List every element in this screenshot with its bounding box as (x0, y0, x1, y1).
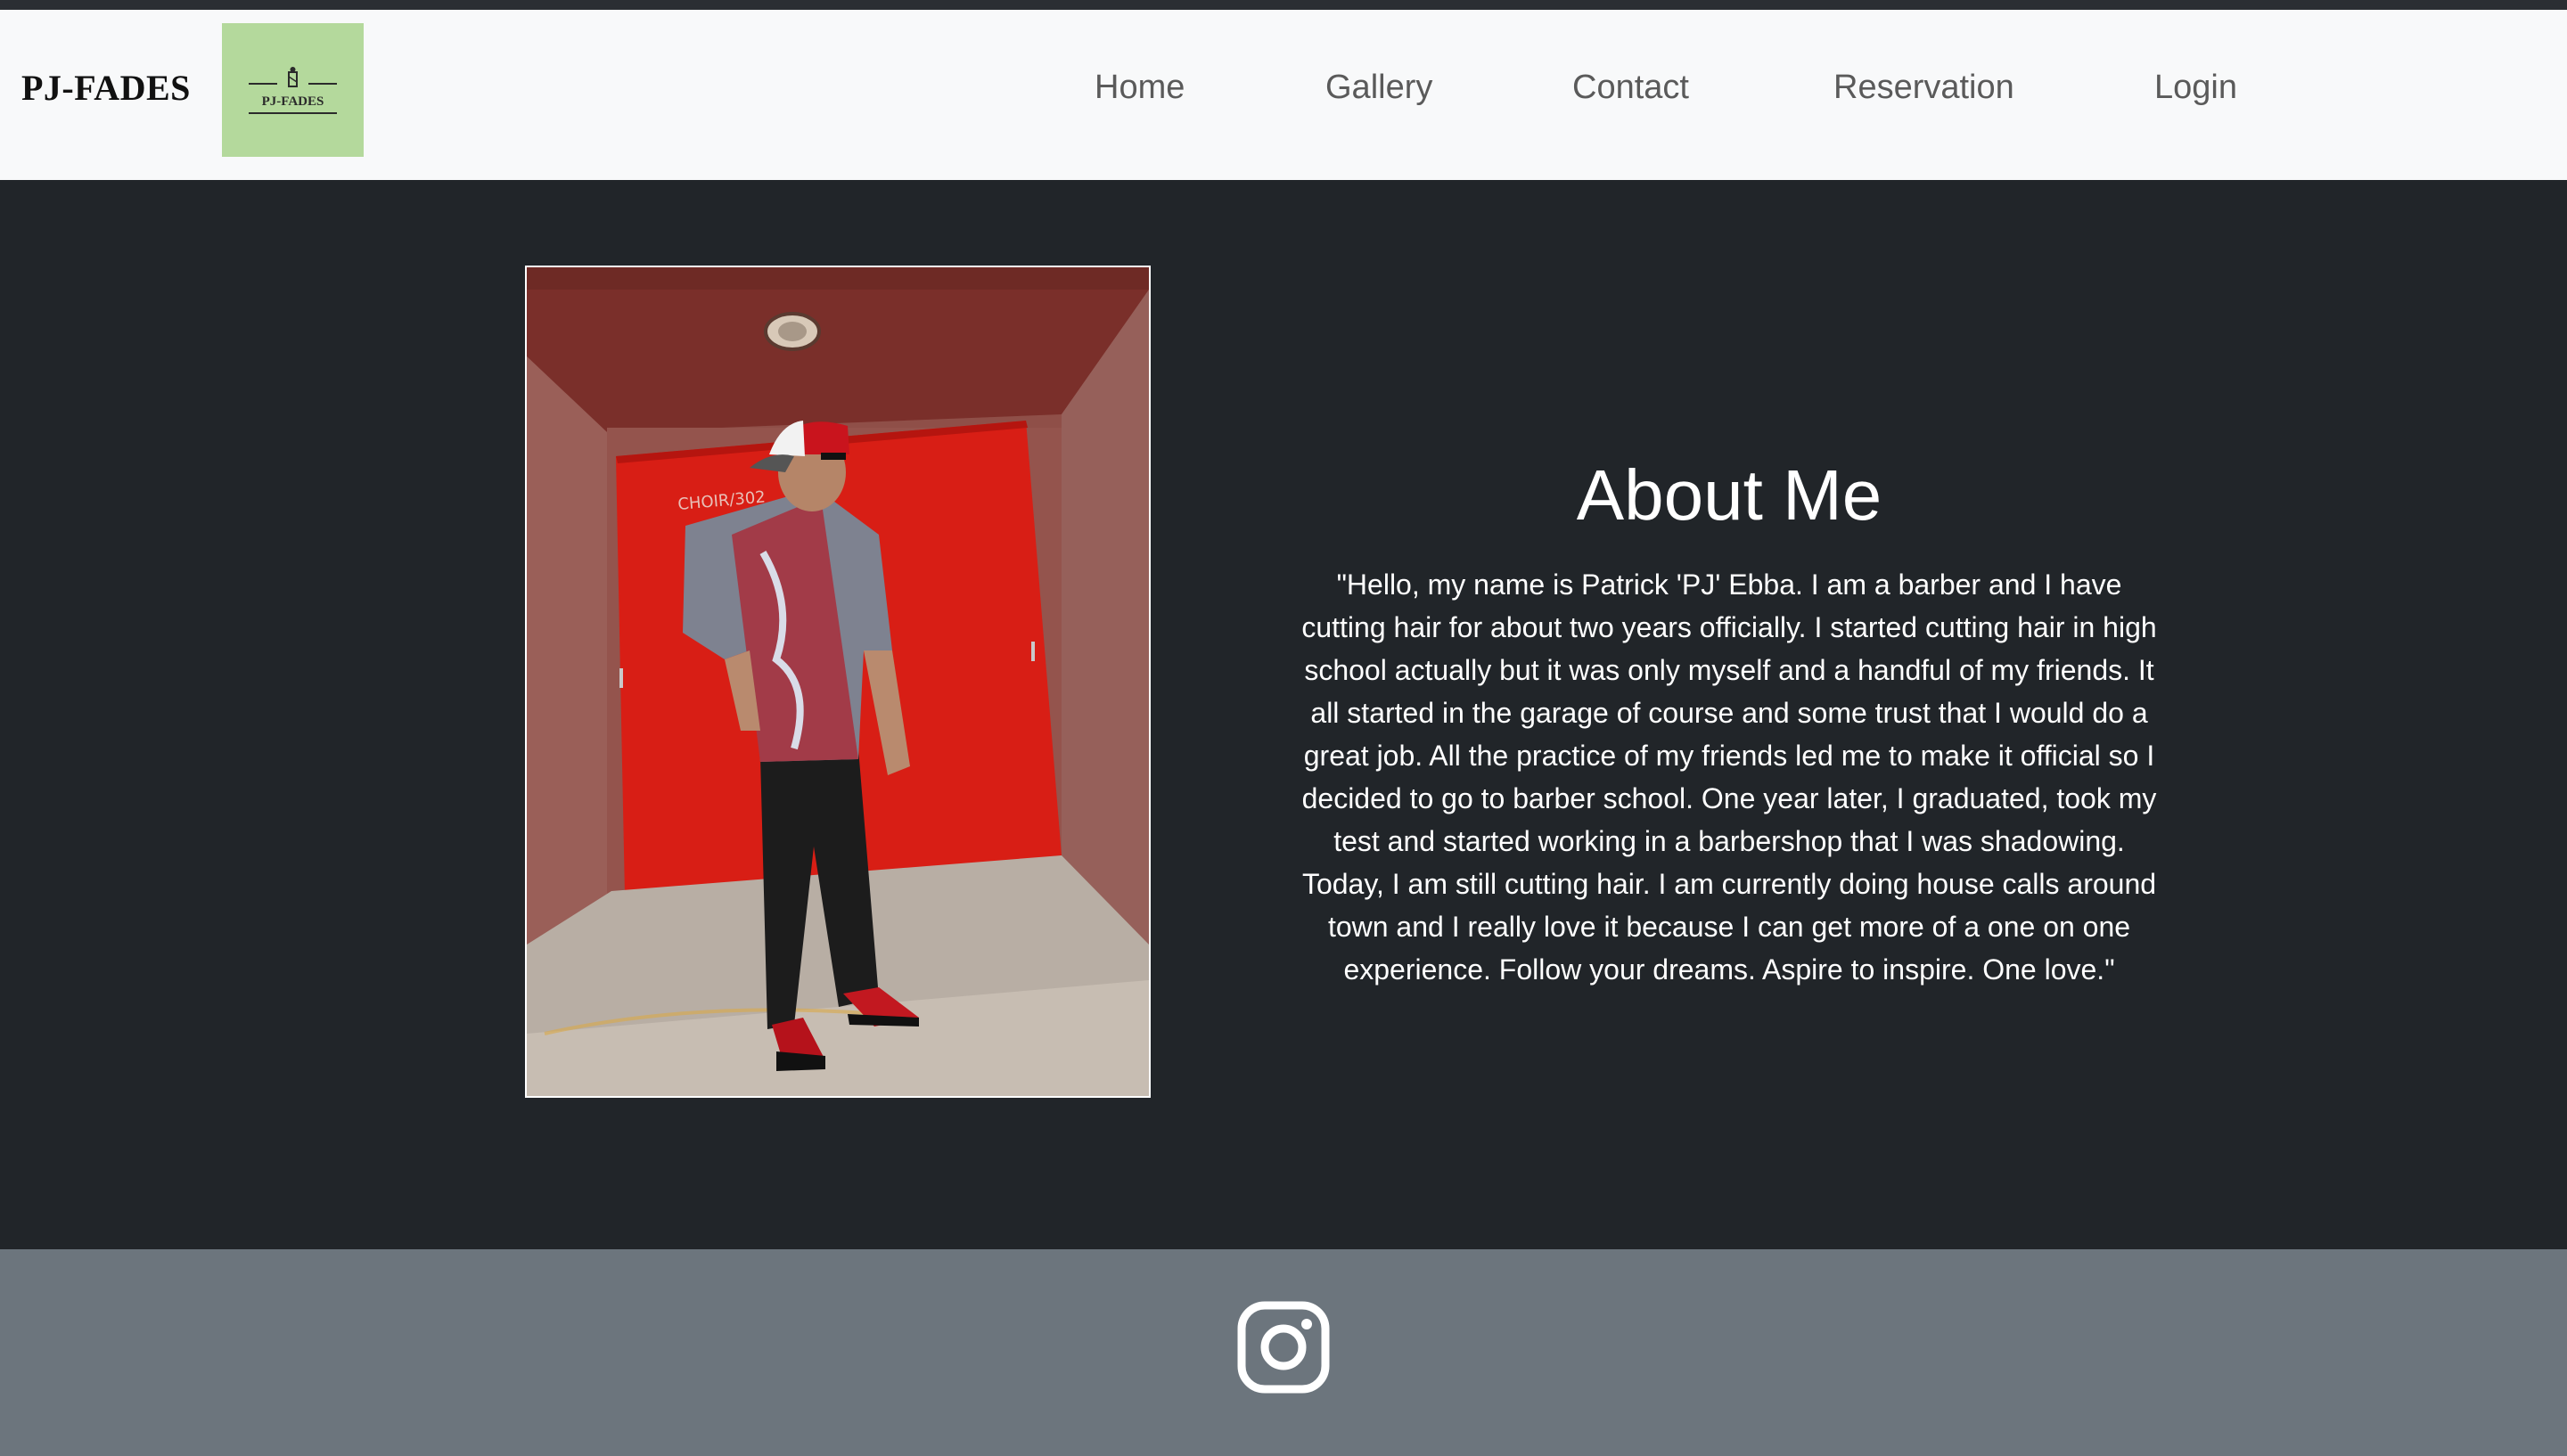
nav-home[interactable]: Home (1095, 69, 1185, 107)
barber-pole-logo-icon: PJ-FADES (249, 67, 337, 114)
navbar: PJ-FADES PJ-FADES Home Gallery Contact R… (0, 10, 2567, 180)
nav-reservation[interactable]: Reservation (1833, 69, 2014, 107)
footer (0, 1249, 2567, 1456)
portrait-image: CHOIR/302 (527, 267, 1149, 1096)
barber-photo: CHOIR/302 (525, 266, 1151, 1098)
about-paragraph: "Hello, my name is Patrick 'PJ' Ebba. I … (1301, 568, 2157, 986)
browser-top-strip (0, 0, 2567, 10)
about-section: CHOIR/302 About Me "Hello, my name is Pa… (0, 180, 2567, 1249)
nav-contact[interactable]: Contact (1572, 69, 1689, 107)
about-title: About Me (1576, 455, 1882, 535)
nav-gallery[interactable]: Gallery (1325, 69, 1432, 107)
brand-name[interactable]: PJ-FADES (21, 67, 191, 109)
instagram-icon[interactable] (1237, 1301, 1330, 1394)
nav-login[interactable]: Login (2154, 69, 2237, 107)
logo-text: PJ-FADES (262, 94, 324, 109)
brand-logo[interactable]: PJ-FADES (222, 23, 364, 157)
